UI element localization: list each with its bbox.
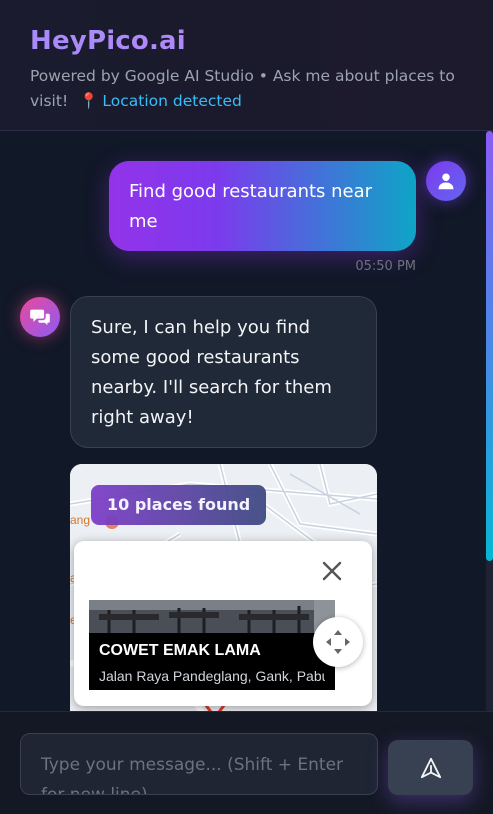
places-found-badge: 10 places found [91,485,267,525]
assistant-avatar [20,297,60,337]
app-title: HeyPico.ai [30,24,463,58]
place-photo [89,600,335,633]
scrollbar-thumb[interactable] [486,131,493,561]
chat-bubbles-icon [30,309,50,326]
fullscreen-icon [326,630,350,654]
chat-scrollbar[interactable] [486,131,493,711]
app-subtitle: Powered by Google AI Studio • Ask me abo… [30,64,470,114]
chat-area[interactable]: Find good restaurants near me 05:50 PM S… [0,131,493,711]
message-input[interactable] [20,733,378,795]
map-view[interactable]: ang a e 10 places found [70,464,377,711]
svg-text:ang: ang [70,513,90,527]
place-caption: COWET EMAK LAMA Jalan Raya Pandeglang, G… [89,633,335,690]
app-header: HeyPico.ai Powered by Google AI Studio •… [0,0,493,131]
close-info-button[interactable] [320,559,344,583]
restaurant-photo-image [89,600,335,633]
close-icon [322,561,342,581]
send-button[interactable] [388,740,473,795]
place-name: COWET EMAK LAMA [99,642,261,659]
message-composer [0,711,493,814]
location-status: Location detected [102,92,242,110]
user-icon [438,173,454,190]
send-icon [420,757,441,778]
message-timestamp: 05:50 PM [355,259,416,274]
user-avatar [426,161,466,201]
user-message-bubble: Find good restaurants near me [109,161,416,251]
map-fullscreen-button[interactable] [313,617,363,667]
location-pin-icon: 📍 [79,92,99,110]
assistant-message-bubble: Sure, I can help you find some good rest… [70,296,377,448]
place-address: Jalan Raya Pandeglang, Gank, Pabuaran, S… [99,668,325,684]
